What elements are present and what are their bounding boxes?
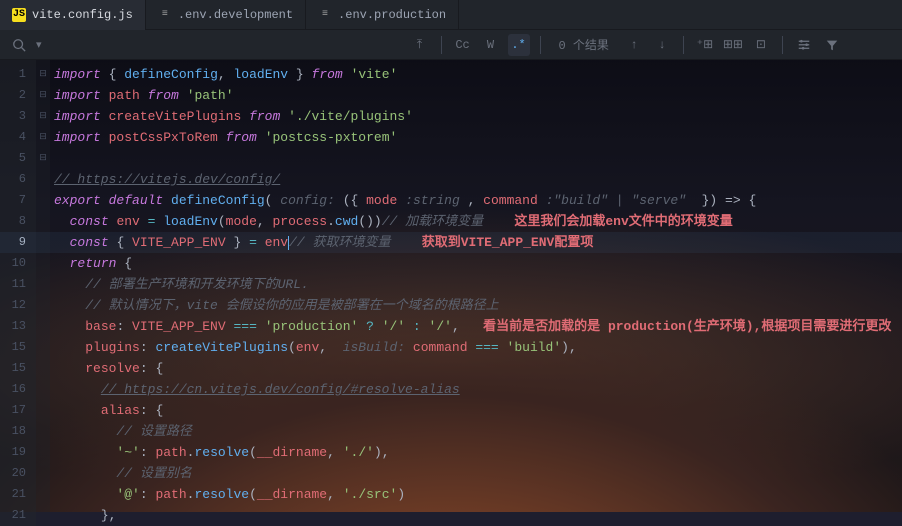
code-line: '~': path.resolve(__dirname, './'), — [54, 442, 902, 463]
prev-occurrence-icon[interactable]: ⤒ — [409, 34, 431, 56]
whole-word-toggle[interactable]: W — [480, 34, 502, 56]
result-count: 0 个结果 — [551, 36, 617, 53]
js-file-icon: JS — [12, 8, 26, 22]
fold-icon[interactable]: ⊟ — [36, 106, 50, 127]
code-line: import { defineConfig, loadEnv } from 'v… — [54, 64, 902, 85]
code-editor[interactable]: 1 2 3 4 5 6 7 8 9 10 11 12 13 15 15 16 1… — [0, 60, 902, 526]
code-line: '@': path.resolve(__dirname, './src') — [54, 484, 902, 505]
code-line: // 默认情况下，vite 会假设你的应用是被部署在一个域名的根路径上 — [54, 295, 902, 316]
annotation: 这里我们会加载env文件中的环境变量 — [514, 214, 732, 229]
search-icon[interactable] — [8, 34, 30, 56]
fold-icon[interactable]: ⊟ — [36, 64, 50, 85]
regex-toggle[interactable]: .* — [508, 34, 530, 56]
fold-icon[interactable]: ⊟ — [36, 148, 50, 169]
code-line — [54, 148, 902, 169]
code-line: // https://cn.vitejs.dev/config/#resolve… — [54, 379, 902, 400]
code-line: return { — [54, 253, 902, 274]
code-line: alias: { — [54, 400, 902, 421]
tab-env-development[interactable]: ≡ .env.development — [146, 0, 306, 30]
match-case-toggle[interactable]: Cc — [452, 34, 474, 56]
fold-gutter: ⊟ ⊟ ⊟ ⊟ ⊟ — [36, 60, 50, 526]
code-line: // 设置别名 — [54, 463, 902, 484]
code-line: import createVitePlugins from './vite/pl… — [54, 106, 902, 127]
code-line: export default defineConfig( config: ({ … — [54, 190, 902, 211]
line-number-gutter: 1 2 3 4 5 6 7 8 9 10 11 12 13 15 15 16 1… — [0, 60, 36, 526]
separator — [441, 36, 442, 54]
env-file-icon: ≡ — [318, 8, 332, 22]
code-line: const { VITE_APP_ENV } = env// 获取环境变量 获取… — [54, 232, 902, 253]
separator — [782, 36, 783, 54]
code-line: import path from 'path' — [54, 85, 902, 106]
separator — [540, 36, 541, 54]
code-line: // 设置路径 — [54, 421, 902, 442]
code-line: }, — [54, 505, 902, 526]
next-result-icon[interactable]: ↓ — [651, 34, 673, 56]
find-bar: ▾ ⤒ Cc W .* 0 个结果 ↑ ↓ ⁺⊞ ⊞⊞ ⊡ — [0, 30, 902, 60]
env-file-icon: ≡ — [158, 8, 172, 22]
tab-vite-config[interactable]: JS vite.config.js — [0, 0, 146, 30]
settings-icon[interactable] — [793, 34, 815, 56]
annotation: 看当前是否加载的是 production(生产环境),根据项目需要进行更改 — [483, 319, 891, 334]
fold-icon[interactable]: ⊟ — [36, 127, 50, 148]
tab-env-production[interactable]: ≡ .env.production — [306, 0, 459, 30]
code-line: plugins: createVitePlugins(env, isBuild:… — [54, 337, 902, 358]
code-line: const env = loadEnv(mode, process.cwd())… — [54, 211, 902, 232]
select-all-icon[interactable]: ⊞⊞ — [722, 34, 744, 56]
code-line: // https://vitejs.dev/config/ — [54, 169, 902, 190]
prev-result-icon[interactable]: ↑ — [623, 34, 645, 56]
code-line: // 部署生产环境和开发环境下的URL. — [54, 274, 902, 295]
search-input[interactable] — [48, 38, 403, 52]
editor-tabs: JS vite.config.js ≡ .env.development ≡ .… — [0, 0, 902, 30]
tab-label: vite.config.js — [32, 8, 133, 22]
annotation: 获取到VITE_APP_ENV配置项 — [422, 235, 594, 250]
tab-label: .env.development — [178, 8, 293, 22]
code-area[interactable]: import { defineConfig, loadEnv } from 'v… — [50, 60, 902, 526]
code-line: import postCssPxToRem from 'postcss-pxto… — [54, 127, 902, 148]
fold-icon[interactable]: ⊟ — [36, 85, 50, 106]
open-icon[interactable]: ⊡ — [750, 34, 772, 56]
add-selection-icon[interactable]: ⁺⊞ — [694, 34, 716, 56]
dropdown-icon[interactable]: ▾ — [36, 38, 42, 52]
tab-label: .env.production — [338, 8, 446, 22]
code-line: base: VITE_APP_ENV === 'production' ? '/… — [54, 316, 902, 337]
code-line: resolve: { — [54, 358, 902, 379]
filter-icon[interactable] — [821, 34, 843, 56]
separator — [683, 36, 684, 54]
